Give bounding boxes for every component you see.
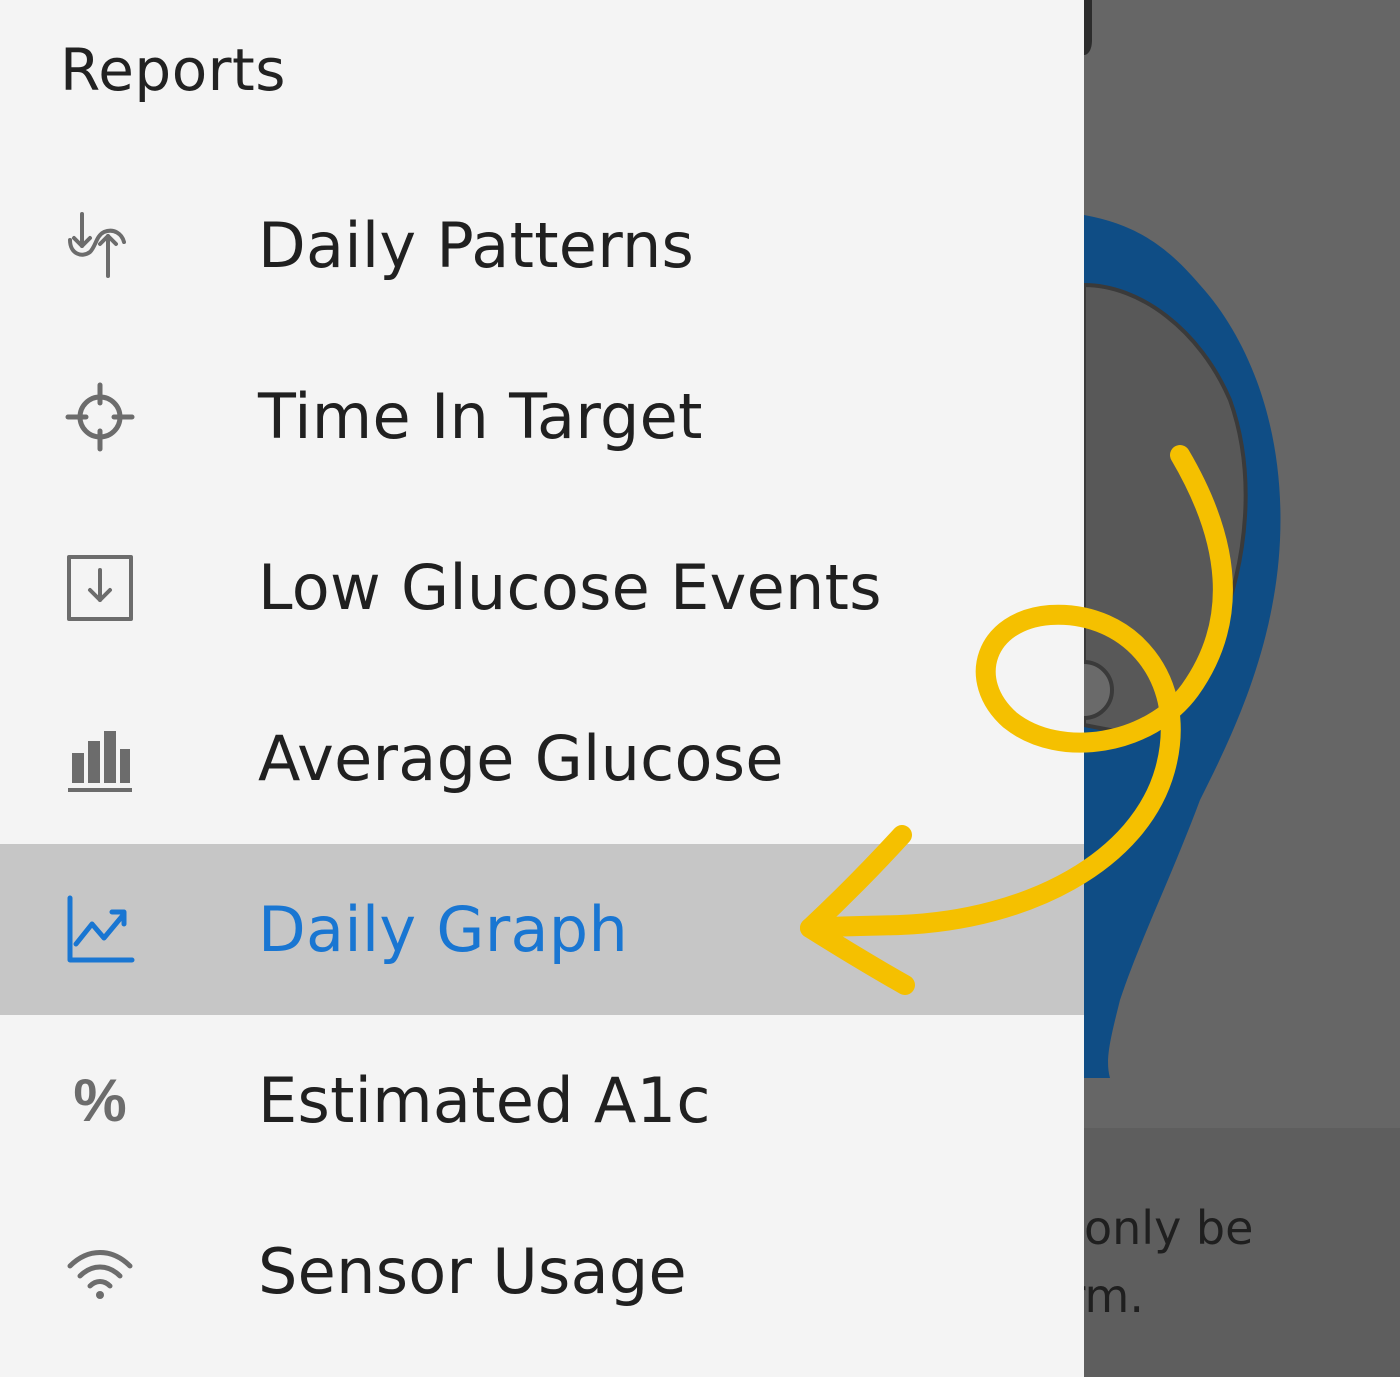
drawer-title: Reports (60, 36, 286, 104)
menu-item-label: Daily Graph (258, 893, 629, 966)
download-box-icon (60, 548, 140, 628)
background-caption-line-2: rm. (1084, 1269, 1144, 1323)
background-caption: only be rm. (1084, 1190, 1400, 1330)
wifi-signal-icon (60, 1232, 140, 1312)
menu-item-label: Time In Target (258, 380, 703, 453)
menu-item-label: Low Glucose Events (258, 551, 882, 624)
percent-icon: % (60, 1061, 140, 1141)
menu-item-label: Daily Patterns (258, 209, 695, 282)
menu-item-daily-graph[interactable]: Daily Graph (0, 844, 1084, 1015)
menu-item-label: Average Glucose (258, 722, 784, 795)
reports-menu: Daily Patterns Time In Target Low Glucos… (0, 160, 1084, 1357)
crosshair-target-icon (60, 377, 140, 457)
reports-drawer: Reports Daily Patterns Time In Target Lo… (0, 0, 1084, 1377)
menu-item-label: Estimated A1c (258, 1064, 711, 1137)
menu-item-label: Sensor Usage (258, 1235, 688, 1308)
menu-item-sensor-usage[interactable]: Sensor Usage (0, 1186, 1084, 1357)
menu-item-daily-patterns[interactable]: Daily Patterns (0, 160, 1084, 331)
menu-item-low-glucose-events[interactable]: Low Glucose Events (0, 502, 1084, 673)
menu-item-time-in-target[interactable]: Time In Target (0, 331, 1084, 502)
menu-item-estimated-a1c[interactable]: % Estimated A1c (0, 1015, 1084, 1186)
percent-glyph: % (73, 1066, 127, 1134)
app-screen: only be rm. Reports Daily Pat (0, 0, 1400, 1377)
bar-chart-icon (60, 719, 140, 799)
daily-patterns-icon (60, 206, 140, 286)
background-caption-line-1: only be (1084, 1201, 1254, 1255)
line-graph-icon (60, 890, 140, 970)
menu-item-average-glucose[interactable]: Average Glucose (0, 673, 1084, 844)
